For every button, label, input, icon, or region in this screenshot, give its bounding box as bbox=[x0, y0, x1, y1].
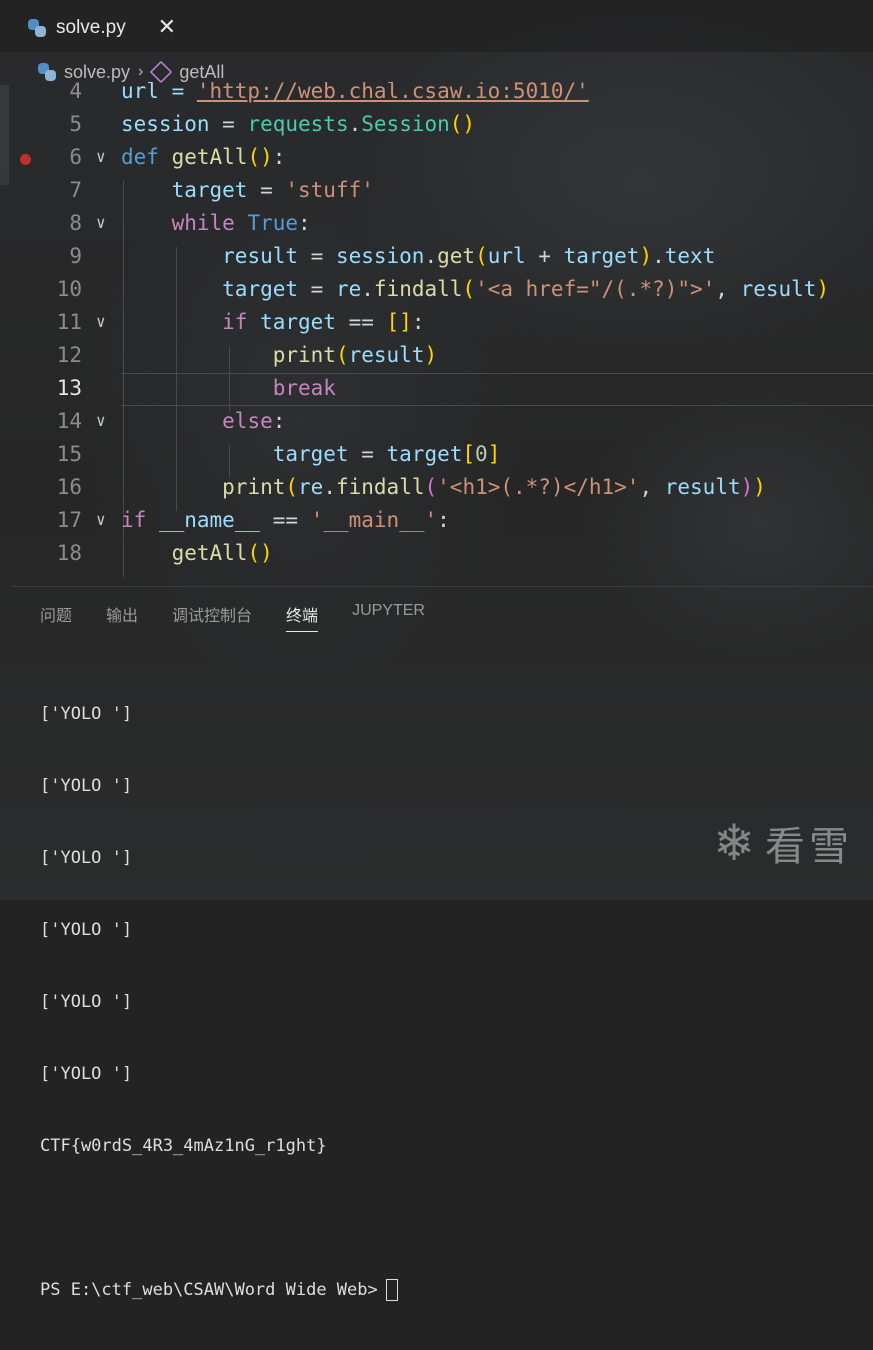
terminal-line: ['YOLO '] bbox=[40, 920, 133, 940]
code-text: url = 'http://web.chal.csaw.io:5010/' bbox=[121, 82, 589, 103]
breadcrumb-file[interactable]: solve.py bbox=[64, 62, 130, 83]
line-number: 14 bbox=[56, 409, 82, 433]
tab-output[interactable]: 输出 bbox=[106, 602, 138, 632]
code-editor[interactable]: 4 url = 'http://web.chal.csaw.io:5010/' … bbox=[0, 82, 873, 582]
python-file-icon bbox=[28, 19, 46, 37]
watermark: ❄ 看雪 bbox=[713, 814, 853, 872]
code-line-15[interactable]: 15 target = target[0] bbox=[0, 439, 873, 472]
terminal-cursor[interactable] bbox=[385, 1279, 398, 1301]
terminal-line: ['YOLO '] bbox=[40, 704, 133, 724]
code-text: if __name__ == '__main__': bbox=[121, 508, 450, 532]
code-line-13[interactable]: 13 break bbox=[0, 373, 873, 406]
line-number: 17 bbox=[56, 508, 82, 532]
breadcrumb-symbol[interactable]: getAll bbox=[179, 62, 224, 83]
tab-jupyter[interactable]: JUPYTER bbox=[352, 602, 425, 632]
line-number: 7 bbox=[69, 178, 82, 202]
code-line-18[interactable]: 18 getAll() bbox=[0, 538, 873, 571]
terminal-line: ['YOLO '] bbox=[40, 992, 133, 1012]
chevron-down-icon[interactable]: ∨ bbox=[96, 213, 106, 232]
chevron-down-icon[interactable]: ∨ bbox=[96, 312, 106, 331]
code-line-7[interactable]: 7 target = 'stuff' bbox=[0, 175, 873, 208]
method-cube-icon bbox=[150, 60, 173, 84]
tab-problems[interactable]: 问题 bbox=[40, 602, 72, 632]
code-line-11[interactable]: 11 ∨ if target == []: bbox=[0, 307, 873, 340]
code-text: break bbox=[272, 376, 336, 400]
code-line-9[interactable]: 9 result = session.get(url + target).tex… bbox=[0, 241, 873, 274]
terminal-prompt: PS E:\ctf_web\CSAW\Word Wide Web> bbox=[40, 1280, 378, 1300]
code-text: result = session.get(url + target).text bbox=[222, 244, 716, 268]
panel-tabs: 问题 输出 调试控制台 终端 JUPYTER bbox=[40, 602, 425, 632]
line-number: 6 bbox=[69, 145, 82, 169]
editor-tab-bar: solve.py ✕ bbox=[0, 0, 873, 52]
code-text: getAll() bbox=[171, 541, 273, 565]
chevron-down-icon[interactable]: ∨ bbox=[96, 147, 106, 166]
line-number: 4 bbox=[69, 82, 82, 103]
code-line-5[interactable]: 5 session = requests.Session() bbox=[0, 109, 873, 142]
chevron-down-icon[interactable]: ∨ bbox=[96, 510, 106, 529]
code-text: session = requests.Session() bbox=[121, 112, 476, 136]
terminal[interactable]: ['YOLO '] ['YOLO '] ['YOLO '] ['YOLO '] … bbox=[40, 654, 398, 1350]
code-line-14[interactable]: 14 ∨ else: bbox=[0, 406, 873, 439]
python-file-icon bbox=[38, 63, 56, 81]
tab-terminal[interactable]: 终端 bbox=[286, 602, 319, 632]
snowflake-icon: ❄ bbox=[713, 815, 755, 871]
chevron-down-icon[interactable]: ∨ bbox=[96, 411, 106, 430]
code-text: target = target[0] bbox=[272, 442, 501, 466]
line-number: 8 bbox=[69, 211, 82, 235]
line-number: 13 bbox=[56, 376, 82, 400]
chevron-right-icon: › bbox=[138, 63, 144, 80]
code-text: while True: bbox=[171, 211, 311, 235]
url-string: 'http://web.chal.csaw.io:5010/' bbox=[196, 82, 589, 103]
tab-label: solve.py bbox=[56, 17, 126, 38]
code-text: print(result) bbox=[272, 343, 438, 367]
code-line-16[interactable]: 16 print(re.findall('<h1>(.*?)</h1>', re… bbox=[0, 472, 873, 505]
tab-solve-py[interactable]: solve.py ✕ bbox=[14, 8, 194, 48]
terminal-line: ['YOLO '] bbox=[40, 848, 133, 868]
code-text: else: bbox=[222, 409, 286, 433]
terminal-line: CTF{w0rdS_4R3_4mAz1nG_r1ght} bbox=[40, 1136, 327, 1156]
code-line-10[interactable]: 10 target = re.findall('<a href="/(.*?)"… bbox=[0, 274, 873, 307]
line-number: 11 bbox=[56, 310, 82, 334]
close-icon[interactable]: ✕ bbox=[158, 14, 176, 40]
line-number: 10 bbox=[56, 277, 82, 301]
code-text: def getAll(): bbox=[121, 145, 286, 169]
terminal-line: ['YOLO '] bbox=[40, 1064, 133, 1084]
watermark-text: 看雪 bbox=[765, 825, 853, 869]
panel-divider[interactable] bbox=[12, 586, 873, 587]
code-line-8[interactable]: 8 ∨ while True: bbox=[0, 208, 873, 241]
terminal-line: ['YOLO '] bbox=[40, 776, 133, 796]
breadcrumb: solve.py › getAll bbox=[38, 60, 224, 84]
code-text: target = re.findall('<a href="/(.*?)">',… bbox=[222, 277, 830, 301]
code-line-6[interactable]: 6 ∨ def getAll(): bbox=[0, 142, 873, 175]
code-line-4[interactable]: 4 url = 'http://web.chal.csaw.io:5010/' bbox=[0, 82, 873, 109]
line-number: 12 bbox=[56, 343, 82, 367]
code-line-17[interactable]: 17 ∨ if __name__ == '__main__': bbox=[0, 505, 873, 538]
line-number: 5 bbox=[69, 112, 82, 136]
line-number: 9 bbox=[69, 244, 82, 268]
tab-debug-console[interactable]: 调试控制台 bbox=[172, 602, 252, 632]
line-number: 15 bbox=[56, 442, 82, 466]
code-text: target = 'stuff' bbox=[171, 178, 374, 202]
code-text: print(re.findall('<h1>(.*?)</h1>', resul… bbox=[222, 475, 766, 499]
vscode-window: solve.py ✕ solve.py › getAll 4 url = 'ht… bbox=[0, 0, 873, 1301]
code-line-12[interactable]: 12 print(result) bbox=[0, 340, 873, 373]
line-number: 16 bbox=[56, 475, 82, 499]
code-text: if target == []: bbox=[222, 310, 425, 334]
line-number: 18 bbox=[56, 541, 82, 565]
